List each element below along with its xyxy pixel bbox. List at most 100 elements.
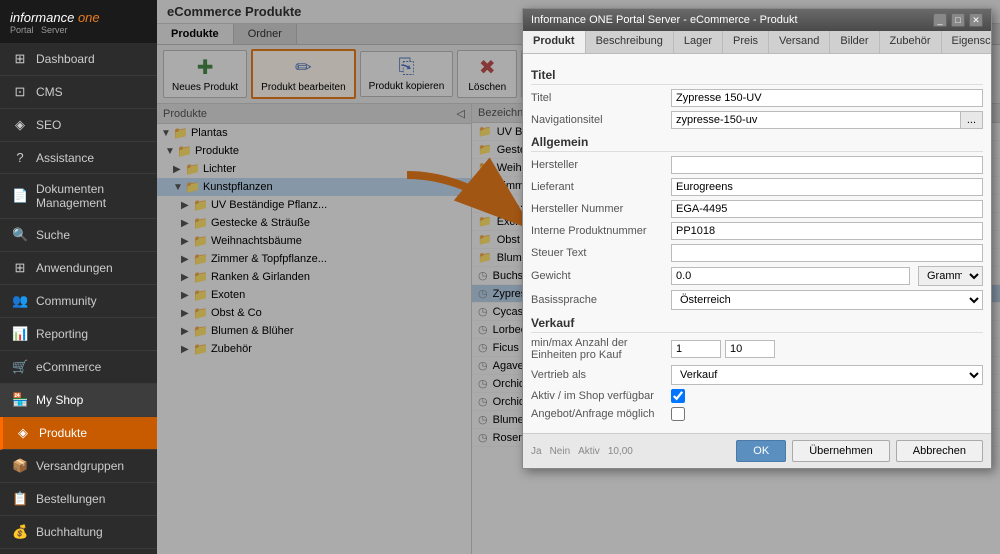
abbrechen-button[interactable]: Abbrechen (896, 440, 983, 462)
input-min[interactable] (671, 340, 721, 358)
sidebar-item-label: Bestellungen (36, 492, 105, 506)
sidebar-item-label: Suche (36, 228, 70, 242)
dialog-overlay: Informance ONE Portal Server - eCommerce… (157, 0, 1000, 554)
input-lieferant[interactable] (671, 178, 983, 196)
sidebar-item-ecommerce[interactable]: 🛒 eCommerce (0, 351, 157, 384)
dialog-body: Titel Titel Navigationsitel ... Allgemei… (523, 54, 991, 433)
field-label-hersteller-nummer: Hersteller Nummer (531, 203, 671, 215)
sidebar-item-seo[interactable]: ◈ SEO (0, 109, 157, 142)
sidebar-item-myshop[interactable]: 🏪 My Shop (0, 384, 157, 417)
cms-icon: ⊡ (12, 84, 28, 100)
field-titel: Titel (531, 89, 983, 107)
sidebar-item-anwendungen[interactable]: ⊞ Anwendungen (0, 252, 157, 285)
input-hersteller-nummer[interactable] (671, 200, 983, 218)
dialog-tab-zubehoer[interactable]: Zubehör (880, 31, 942, 53)
uebernehmen-button[interactable]: Übernehmen (792, 440, 890, 462)
label-price: 10,00 (608, 446, 633, 457)
dialog-tab-bilder[interactable]: Bilder (830, 31, 879, 53)
bestellungen-icon: 📋 (12, 491, 28, 507)
field-label-basissprache: Basissprache (531, 294, 671, 306)
sidebar-item-dashboard[interactable]: ⊞ Dashboard (0, 43, 157, 76)
bottom-labels: Ja Nein Aktiv 10,00 (531, 440, 730, 462)
checkbox-aktiv[interactable] (671, 389, 685, 403)
input-max[interactable] (725, 340, 775, 358)
sidebar-item-label: Versandgruppen (36, 459, 124, 473)
gewicht-group: Gramm kg (671, 266, 983, 286)
section-title-verkauf: Verkauf (531, 316, 983, 333)
field-gewicht: Gewicht Gramm kg (531, 266, 983, 286)
produkte-icon: ◈ (15, 425, 31, 441)
sidebar-item-bestellungen[interactable]: 📋 Bestellungen (0, 483, 157, 516)
dialog-title: Informance ONE Portal Server - eCommerce… (531, 14, 798, 26)
input-interne-produktnummer[interactable] (671, 222, 983, 240)
logo-subtitle: Portal Server (10, 25, 100, 35)
dialog-minimize-button[interactable]: _ (933, 13, 947, 27)
sidebar-item-label: Assistance (36, 151, 94, 165)
label-aktiv: Aktiv (578, 446, 600, 457)
sidebar-item-buchhaltung[interactable]: 💰 Buchhaltung (0, 516, 157, 549)
field-interne-produktnummer: Interne Produktnummer (531, 222, 983, 240)
field-min-max: min/max Anzahl der Einheiten pro Kauf (531, 337, 983, 361)
sidebar-item-produkte[interactable]: ◈ Produkte (0, 417, 157, 450)
sidebar-item-label: Produkte (39, 426, 87, 440)
ecommerce-icon: 🛒 (12, 359, 28, 375)
main-content: eCommerce Produkte Produkte Ordner ✚ Neu… (157, 0, 1000, 554)
field-hersteller: Hersteller (531, 156, 983, 174)
sidebar-item-label: CMS (36, 85, 63, 99)
input-navigationsitel[interactable] (671, 111, 961, 129)
field-label-min-max: min/max Anzahl der Einheiten pro Kauf (531, 337, 671, 361)
field-label-lieferant: Lieferant (531, 181, 671, 193)
dialog-tab-eigenschaften[interactable]: Eigenschaften (942, 31, 991, 53)
sidebar-item-label: Community (36, 294, 97, 308)
dialog-tab-lager[interactable]: Lager (674, 31, 723, 53)
sidebar-item-label: Buchhaltung (36, 525, 103, 539)
sidebar-item-label: Reporting (36, 327, 88, 341)
buchhaltung-icon: 💰 (12, 524, 28, 540)
field-label-nav: Navigationsitel (531, 114, 671, 126)
select-vertrieb[interactable]: Verkauf (671, 365, 983, 385)
dialog-tab-produkt[interactable]: Produkt (523, 31, 586, 53)
input-hersteller[interactable] (671, 156, 983, 174)
field-label-hersteller: Hersteller (531, 159, 671, 171)
suche-icon: 🔍 (12, 227, 28, 243)
dialog-maximize-button[interactable]: □ (951, 13, 965, 27)
ok-button[interactable]: OK (736, 440, 786, 462)
input-titel[interactable] (671, 89, 983, 107)
field-angebot: Angebot/Anfrage möglich (531, 407, 983, 421)
sidebar-item-versandgruppen[interactable]: 📦 Versandgruppen (0, 450, 157, 483)
sidebar-item-assistance[interactable]: ? Assistance (0, 142, 157, 174)
select-basissprache[interactable]: Österreich Deutschland (671, 290, 983, 310)
sidebar-item-cms[interactable]: ⊡ CMS (0, 76, 157, 109)
community-icon: 👥 (12, 293, 28, 309)
sidebar-item-label: Dashboard (36, 52, 95, 66)
dialog: Informance ONE Portal Server - eCommerce… (522, 8, 992, 469)
min-max-group (671, 340, 775, 358)
sidebar-item-label: Dokumenten Management (36, 182, 145, 210)
myshop-icon: 🏪 (12, 392, 28, 408)
field-basissprache: Basissprache Österreich Deutschland (531, 290, 983, 310)
dialog-tab-beschreibung[interactable]: Beschreibung (586, 31, 674, 53)
checkbox-angebot[interactable] (671, 407, 685, 421)
field-vertrieb: Vertrieb als Verkauf (531, 365, 983, 385)
dialog-tab-versand[interactable]: Versand (769, 31, 830, 53)
input-steuer-text[interactable] (671, 244, 983, 262)
field-lieferant: Lieferant (531, 178, 983, 196)
input-gewicht[interactable] (671, 267, 910, 285)
browse-button[interactable]: ... (961, 111, 983, 129)
field-label-aktiv: Aktiv / im Shop verfügbar (531, 390, 671, 402)
anwendungen-icon: ⊞ (12, 260, 28, 276)
sidebar-item-community[interactable]: 👥 Community (0, 285, 157, 318)
field-label-gewicht: Gewicht (531, 270, 671, 282)
section-title-allgemein: Allgemein (531, 135, 983, 152)
dialog-close-button[interactable]: ✕ (969, 13, 983, 27)
sidebar-logo: informance one Portal Server (0, 0, 157, 43)
sidebar-item-dokumente[interactable]: 📄 Dokumenten Management (0, 174, 157, 219)
dialog-tab-preis[interactable]: Preis (723, 31, 769, 53)
select-gewicht-unit[interactable]: Gramm kg (918, 266, 983, 286)
sidebar-item-reporting[interactable]: 📊 Reporting (0, 318, 157, 351)
sidebar-item-suche[interactable]: 🔍 Suche (0, 219, 157, 252)
label-nein: Nein (550, 446, 571, 457)
sidebar-item-label: SEO (36, 118, 61, 132)
dialog-footer: Ja Nein Aktiv 10,00 OK Übernehmen Abbrec… (523, 433, 991, 468)
nav-input-group: ... (671, 111, 983, 129)
